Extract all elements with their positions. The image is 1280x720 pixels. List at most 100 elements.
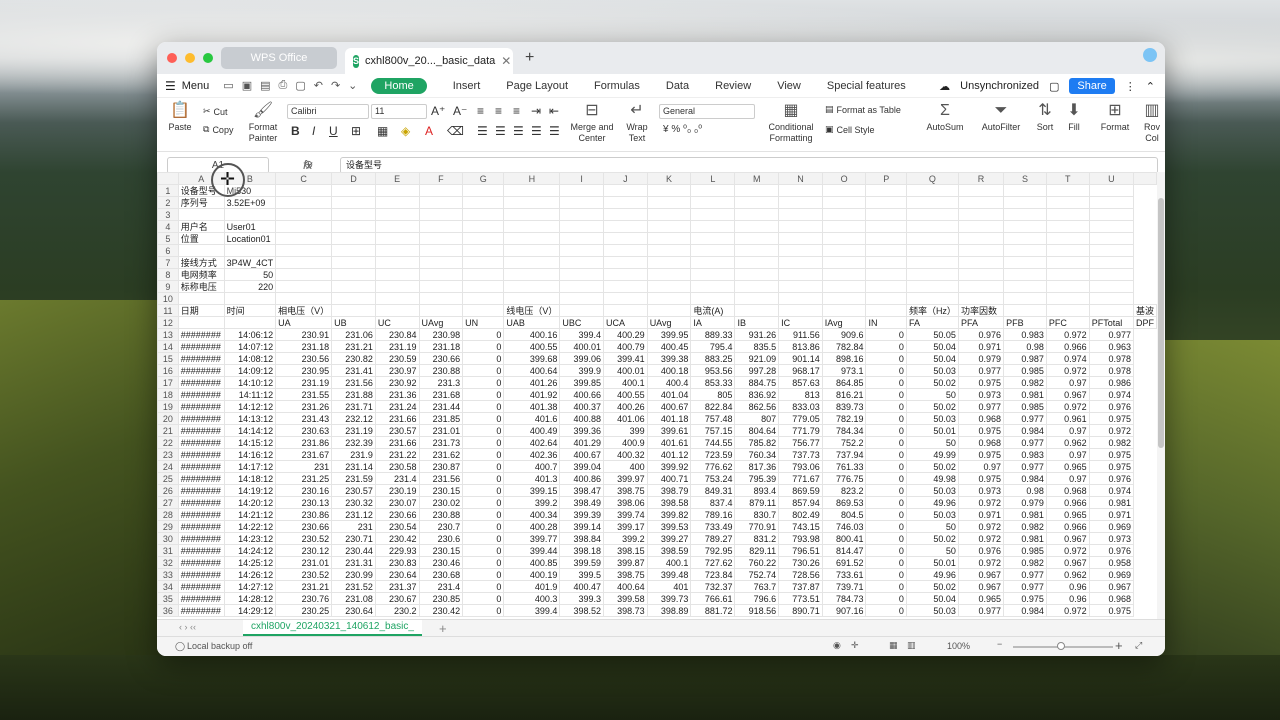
cell[interactable]	[957, 196, 1005, 209]
italic-icon[interactable]: I	[312, 124, 315, 138]
cell[interactable]: 0.967	[1045, 556, 1090, 569]
row-header[interactable]: 14	[157, 340, 179, 353]
cell[interactable]: 399.73	[646, 592, 692, 605]
cell[interactable]: 400.66	[559, 388, 605, 401]
cell[interactable]: 744.55	[690, 436, 736, 449]
cell[interactable]: 231.36	[374, 388, 420, 401]
cell[interactable]: ########	[177, 604, 225, 617]
cell[interactable]: 230.64	[374, 568, 420, 581]
cell[interactable]: ########	[177, 460, 225, 473]
cell[interactable]: 400.4	[646, 376, 692, 389]
cell[interactable]: 400.37	[559, 400, 605, 413]
close-window-button[interactable]	[167, 53, 177, 63]
cell[interactable]: 0	[865, 604, 907, 617]
cell[interactable]: 733.49	[690, 520, 736, 533]
cell[interactable]: 50	[223, 268, 277, 281]
cell[interactable]: 400	[603, 460, 648, 473]
cell[interactable]: 0.958	[1088, 556, 1134, 569]
cell[interactable]: 785.82	[734, 436, 780, 449]
cell[interactable]: 782.19	[821, 412, 867, 425]
close-tab-icon[interactable]: ✕	[501, 54, 511, 68]
zoom-in-icon[interactable]: +	[1115, 638, 1123, 653]
cell[interactable]	[1045, 220, 1090, 233]
row-header[interactable]: 30	[157, 532, 179, 545]
underline-icon[interactable]: U	[329, 124, 338, 138]
cell[interactable]: 0	[865, 544, 907, 557]
cell[interactable]: 869.53	[821, 496, 867, 509]
preview-icon[interactable]: ▢	[295, 79, 305, 92]
cell[interactable]: 0.977	[957, 604, 1005, 617]
cell[interactable]: 0	[865, 448, 907, 461]
cell[interactable]: 0.974	[1088, 484, 1134, 497]
cell[interactable]: 230.52	[275, 568, 333, 581]
cell[interactable]: 0	[865, 436, 907, 449]
row-header[interactable]: 21	[157, 424, 179, 437]
cell[interactable]: 230.44	[331, 544, 376, 557]
cell[interactable]: Location01	[223, 232, 277, 245]
normal-view-icon[interactable]: ▦	[889, 640, 898, 651]
tab-insert[interactable]: Insert	[453, 80, 481, 92]
cell[interactable]: 49.99	[905, 448, 959, 461]
cell[interactable]	[646, 208, 692, 221]
cell[interactable]: 0.965	[1045, 508, 1090, 521]
cell[interactable]: 800.41	[821, 532, 867, 545]
cell[interactable]	[331, 196, 376, 209]
cell[interactable]: ########	[177, 328, 225, 341]
cell[interactable]	[1088, 304, 1134, 317]
cell[interactable]: 231	[275, 460, 333, 473]
cell[interactable]: 883.25	[690, 352, 736, 365]
cell[interactable]: 14:06:12	[223, 328, 277, 341]
cell[interactable]	[821, 184, 867, 197]
cell[interactable]	[503, 232, 561, 245]
cell[interactable]: 线电压（V）	[503, 304, 561, 317]
cell[interactable]	[603, 280, 648, 293]
cell[interactable]: 230.12	[275, 544, 333, 557]
cell[interactable]: 230.32	[331, 496, 376, 509]
column-header[interactable]: U	[1088, 172, 1134, 185]
cell[interactable]: 931.26	[734, 328, 780, 341]
cell[interactable]	[646, 268, 692, 281]
cell[interactable]: 50.03	[905, 508, 959, 521]
cell[interactable]: UA	[275, 316, 333, 329]
cell[interactable]: 795.4	[690, 340, 736, 353]
row-header[interactable]: 28	[157, 508, 179, 521]
cell[interactable]	[905, 196, 959, 209]
cell[interactable]: 231.66	[374, 412, 420, 425]
cell[interactable]: 0.974	[1088, 388, 1134, 401]
clear-format-icon[interactable]: ⌫	[447, 124, 464, 138]
cell[interactable]: 399.92	[646, 460, 692, 473]
cell[interactable]: 737.87	[778, 580, 823, 593]
cell[interactable]: 399.41	[603, 352, 648, 365]
row-header[interactable]: 27	[157, 496, 179, 509]
cell[interactable]	[1045, 232, 1090, 245]
cell[interactable]	[690, 220, 736, 233]
cell[interactable]: 0.972	[957, 556, 1005, 569]
cell[interactable]: 0.977	[1003, 568, 1047, 581]
cell[interactable]: 50.05	[905, 328, 959, 341]
cell[interactable]: 400.1	[646, 556, 692, 569]
cell[interactable]: 0.978	[1088, 364, 1134, 377]
more-icon[interactable]: ⋮	[1125, 80, 1136, 93]
cell[interactable]: 401.9	[503, 580, 561, 593]
row-header[interactable]: 29	[157, 520, 179, 533]
fill-button[interactable]: ⬇ Fill	[1061, 102, 1087, 133]
cell[interactable]: 14:24:12	[223, 544, 277, 557]
cell[interactable]	[690, 196, 736, 209]
cell[interactable]: 0.961	[1045, 412, 1090, 425]
tab-view[interactable]: View	[777, 80, 801, 92]
cell[interactable]: 230.7	[418, 520, 464, 533]
row-header[interactable]: 9	[157, 280, 179, 293]
cell[interactable]: 401.3	[503, 472, 561, 485]
cell[interactable]: 400.01	[559, 340, 605, 353]
cell[interactable]	[177, 316, 225, 329]
cell[interactable]: 893.4	[734, 484, 780, 497]
cell[interactable]: 0	[462, 484, 505, 497]
cell[interactable]: 231.3	[418, 376, 464, 389]
cell[interactable]: 400.18	[646, 364, 692, 377]
cell[interactable]	[957, 280, 1005, 293]
cell[interactable]	[778, 208, 823, 221]
cell[interactable]: 0	[865, 508, 907, 521]
cell[interactable]: ########	[177, 448, 225, 461]
cell[interactable]: IN	[865, 316, 907, 329]
cell[interactable]: 14:22:12	[223, 520, 277, 533]
